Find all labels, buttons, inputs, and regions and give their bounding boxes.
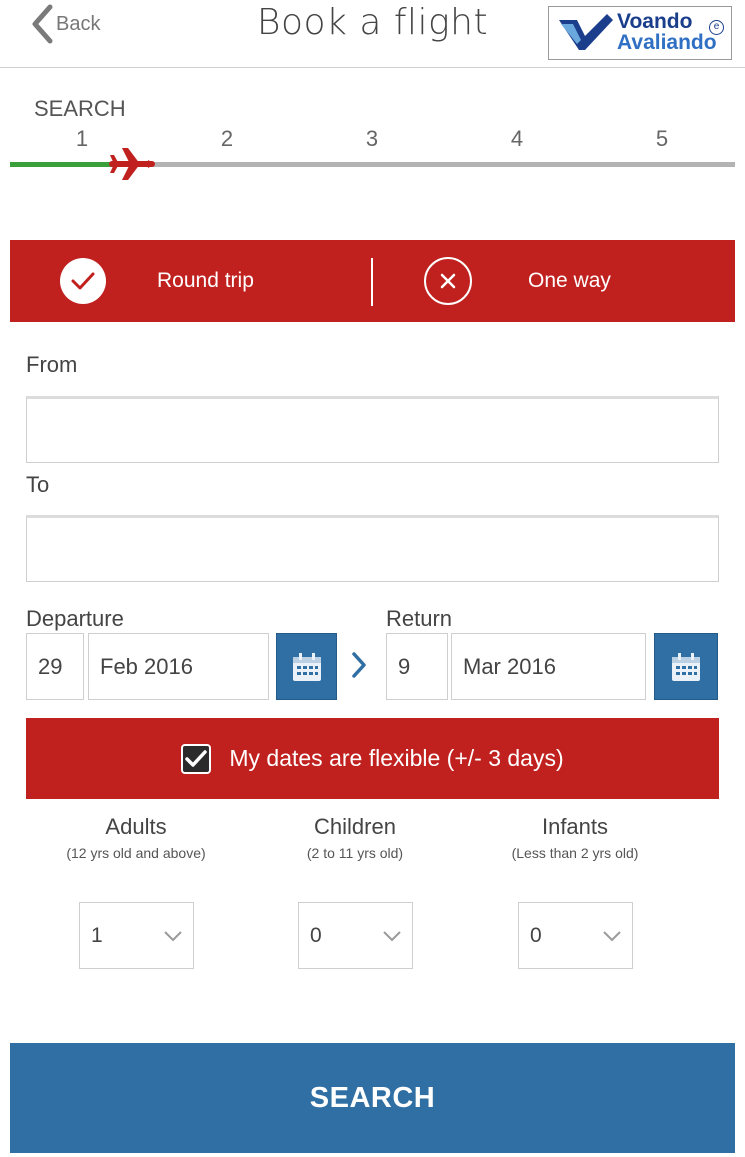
x-circle-icon	[424, 257, 472, 305]
flexible-dates-toggle[interactable]: My dates are flexible (+/- 3 days)	[26, 718, 719, 799]
adults-subtitle: (12 yrs old and above)	[66, 845, 206, 861]
adults-title: Adults	[105, 814, 167, 839]
children-subtitle: (2 to 11 yrs old)	[306, 845, 404, 861]
return-month-field[interactable]: Mar 2016	[451, 633, 646, 700]
departure-month-field[interactable]: Feb 2016	[88, 633, 269, 700]
departure-label: Departure	[26, 606, 124, 631]
to-field[interactable]	[26, 515, 719, 582]
step-5: 5	[655, 126, 669, 151]
current-step-label: SEARCH	[34, 96, 126, 121]
to-label: To	[26, 472, 50, 497]
chevron-down-icon	[383, 930, 401, 941]
adults-select[interactable]: 1	[79, 902, 194, 969]
infants-value: 0	[530, 923, 542, 947]
return-calendar-button[interactable]	[654, 633, 718, 700]
return-day-field[interactable]: 9	[386, 633, 448, 700]
from-field[interactable]	[26, 396, 719, 463]
plane-icon	[109, 148, 155, 180]
search-button[interactable]: SEARCH	[10, 1043, 735, 1153]
logo-text-line2: Avaliando	[617, 31, 717, 54]
infants-title: Infants	[541, 814, 609, 839]
from-label: From	[26, 352, 78, 377]
round-trip-label: Round trip	[157, 269, 254, 292]
step-1: 1	[75, 126, 89, 151]
step-2: 2	[220, 126, 234, 151]
logo: Voando e Avaliando	[548, 6, 732, 60]
step-4: 4	[510, 126, 524, 151]
departure-day-field[interactable]: 29	[26, 633, 84, 700]
infants-subtitle: (Less than 2 yrs old)	[511, 845, 639, 861]
chevron-right-icon	[352, 652, 366, 678]
step-3: 3	[365, 126, 379, 151]
trip-type-selector: Round trip One way	[10, 240, 735, 322]
children-select[interactable]: 0	[298, 902, 413, 969]
flexible-dates-checkbox[interactable]	[181, 743, 212, 774]
chevron-down-icon	[603, 930, 621, 941]
children-value: 0	[310, 923, 322, 947]
return-label: Return	[386, 606, 453, 631]
one-way-option[interactable]: One way	[424, 240, 724, 322]
chevron-down-icon	[164, 930, 182, 941]
one-way-label: One way	[528, 269, 611, 292]
calendar-icon	[672, 652, 700, 681]
flexible-dates-label: My dates are flexible (+/- 3 days)	[229, 745, 564, 771]
round-trip-option[interactable]: Round trip	[60, 240, 360, 322]
calendar-icon	[292, 652, 321, 681]
checkmark-icon	[185, 749, 208, 767]
adults-value: 1	[91, 923, 103, 947]
trip-divider	[371, 258, 373, 306]
children-title: Children	[314, 814, 396, 839]
departure-calendar-button[interactable]	[276, 633, 337, 700]
logo-mark-icon	[559, 14, 613, 50]
infants-select[interactable]: 0	[518, 902, 633, 969]
check-circle-icon	[60, 258, 106, 304]
